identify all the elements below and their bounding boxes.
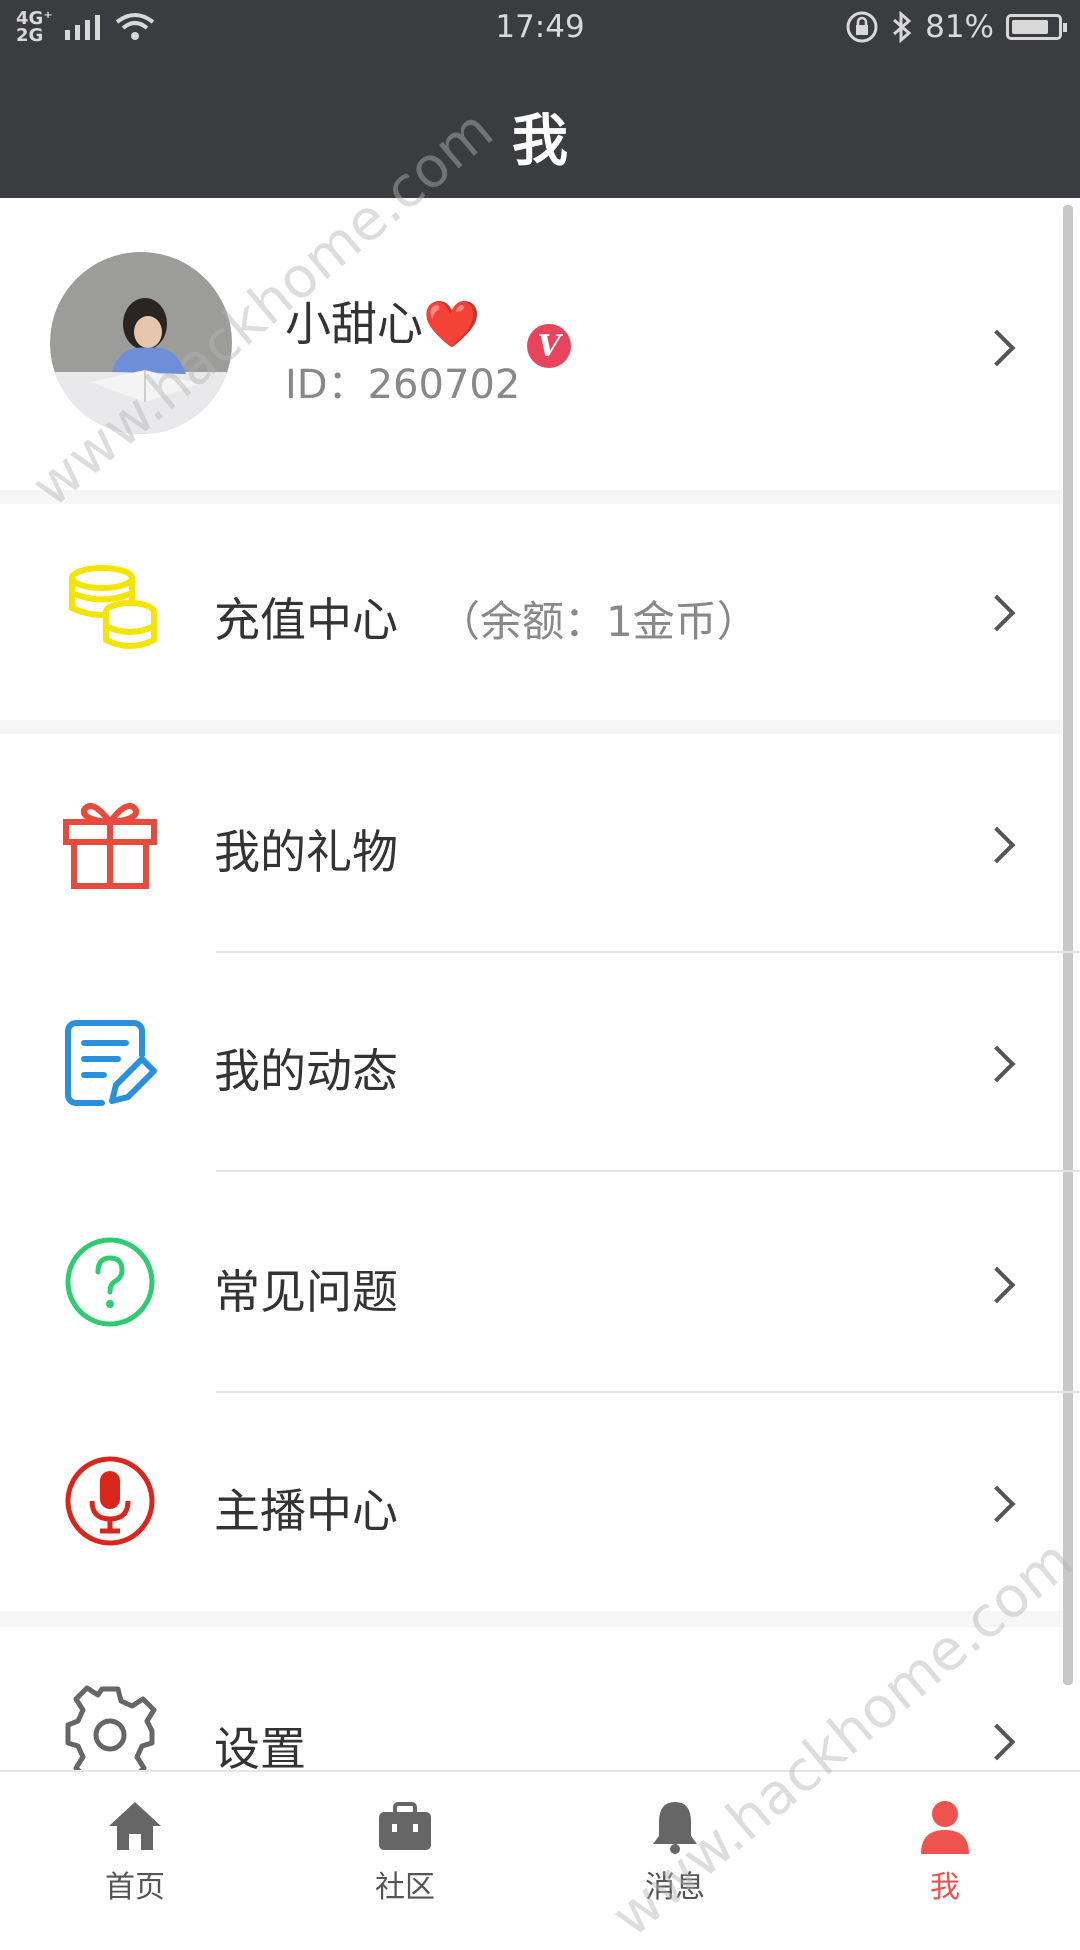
chevron-right-icon <box>978 329 1016 367</box>
section-gap <box>0 490 1062 504</box>
question-circle-icon <box>65 1237 155 1327</box>
gifts-label: 我的礼物 <box>214 825 398 879</box>
vip-badge-icon: V <box>527 324 571 368</box>
scrollbar[interactable] <box>1063 205 1073 1685</box>
menu-gifts[interactable]: 我的礼物 <box>0 734 1062 952</box>
home-icon <box>109 1802 161 1850</box>
menu-label: 充值中心 （余额：1金币） <box>214 584 759 650</box>
menu-recharge[interactable]: 充值中心 （余额：1金币） <box>0 504 1062 720</box>
chevron-right-icon <box>978 1485 1016 1523</box>
tab-me[interactable]: 我 <box>870 1772 1020 1922</box>
battery-icon <box>1006 14 1067 40</box>
microphone-icon <box>65 1456 155 1546</box>
edit-note-icon <box>65 1020 157 1106</box>
status-bar: 4G⁺ 2G 17:49 81% <box>0 0 1080 56</box>
person-icon <box>921 1801 969 1854</box>
tab-label: 首页 <box>105 1870 165 1905</box>
gear-icon <box>65 1685 157 1781</box>
chevron-right-icon <box>978 1266 1016 1304</box>
section-gap <box>0 1611 1062 1627</box>
section-gap <box>0 720 1062 734</box>
chevron-right-icon <box>978 826 1016 864</box>
menu-posts[interactable]: 我的动态 <box>0 953 1062 1171</box>
tab-community[interactable]: 社区 <box>330 1772 480 1922</box>
gift-icon <box>63 803 157 889</box>
rotation-lock-icon <box>846 11 878 43</box>
chevron-right-icon <box>978 1723 1016 1761</box>
bottom-nav: 首页 社区 消息 我 <box>0 1770 1080 1922</box>
user-id: ID：260702 <box>285 362 521 408</box>
menu-faq[interactable]: 常见问题 <box>0 1172 1062 1392</box>
menu-streamer[interactable]: 主播中心 <box>0 1393 1062 1611</box>
chevron-right-icon <box>978 1045 1016 1083</box>
chevron-right-icon <box>978 594 1016 632</box>
coins-icon <box>69 565 157 649</box>
tab-home[interactable]: 首页 <box>60 1772 210 1922</box>
battery-fill <box>1012 20 1048 34</box>
posts-label: 我的动态 <box>214 1044 398 1098</box>
faq-label: 常见问题 <box>214 1265 398 1319</box>
profile-row[interactable]: 小甜心❤️ ID：260702 V <box>0 198 1062 490</box>
briefcase-icon <box>379 1802 431 1850</box>
page-title: 我 <box>512 109 568 174</box>
top-bar: 4G⁺ 2G 17:49 81% 我 <box>0 0 1080 198</box>
streamer-label: 主播中心 <box>214 1484 398 1538</box>
recharge-label: 充值中心 <box>214 593 398 647</box>
status-right: 81% <box>845 9 1067 45</box>
bluetooth-icon <box>893 11 912 43</box>
battery-percent: 81% <box>925 9 994 45</box>
tab-label: 社区 <box>375 1870 435 1905</box>
coin-balance: （余额：1金币） <box>438 597 759 646</box>
tab-label: 我 <box>930 1870 960 1905</box>
